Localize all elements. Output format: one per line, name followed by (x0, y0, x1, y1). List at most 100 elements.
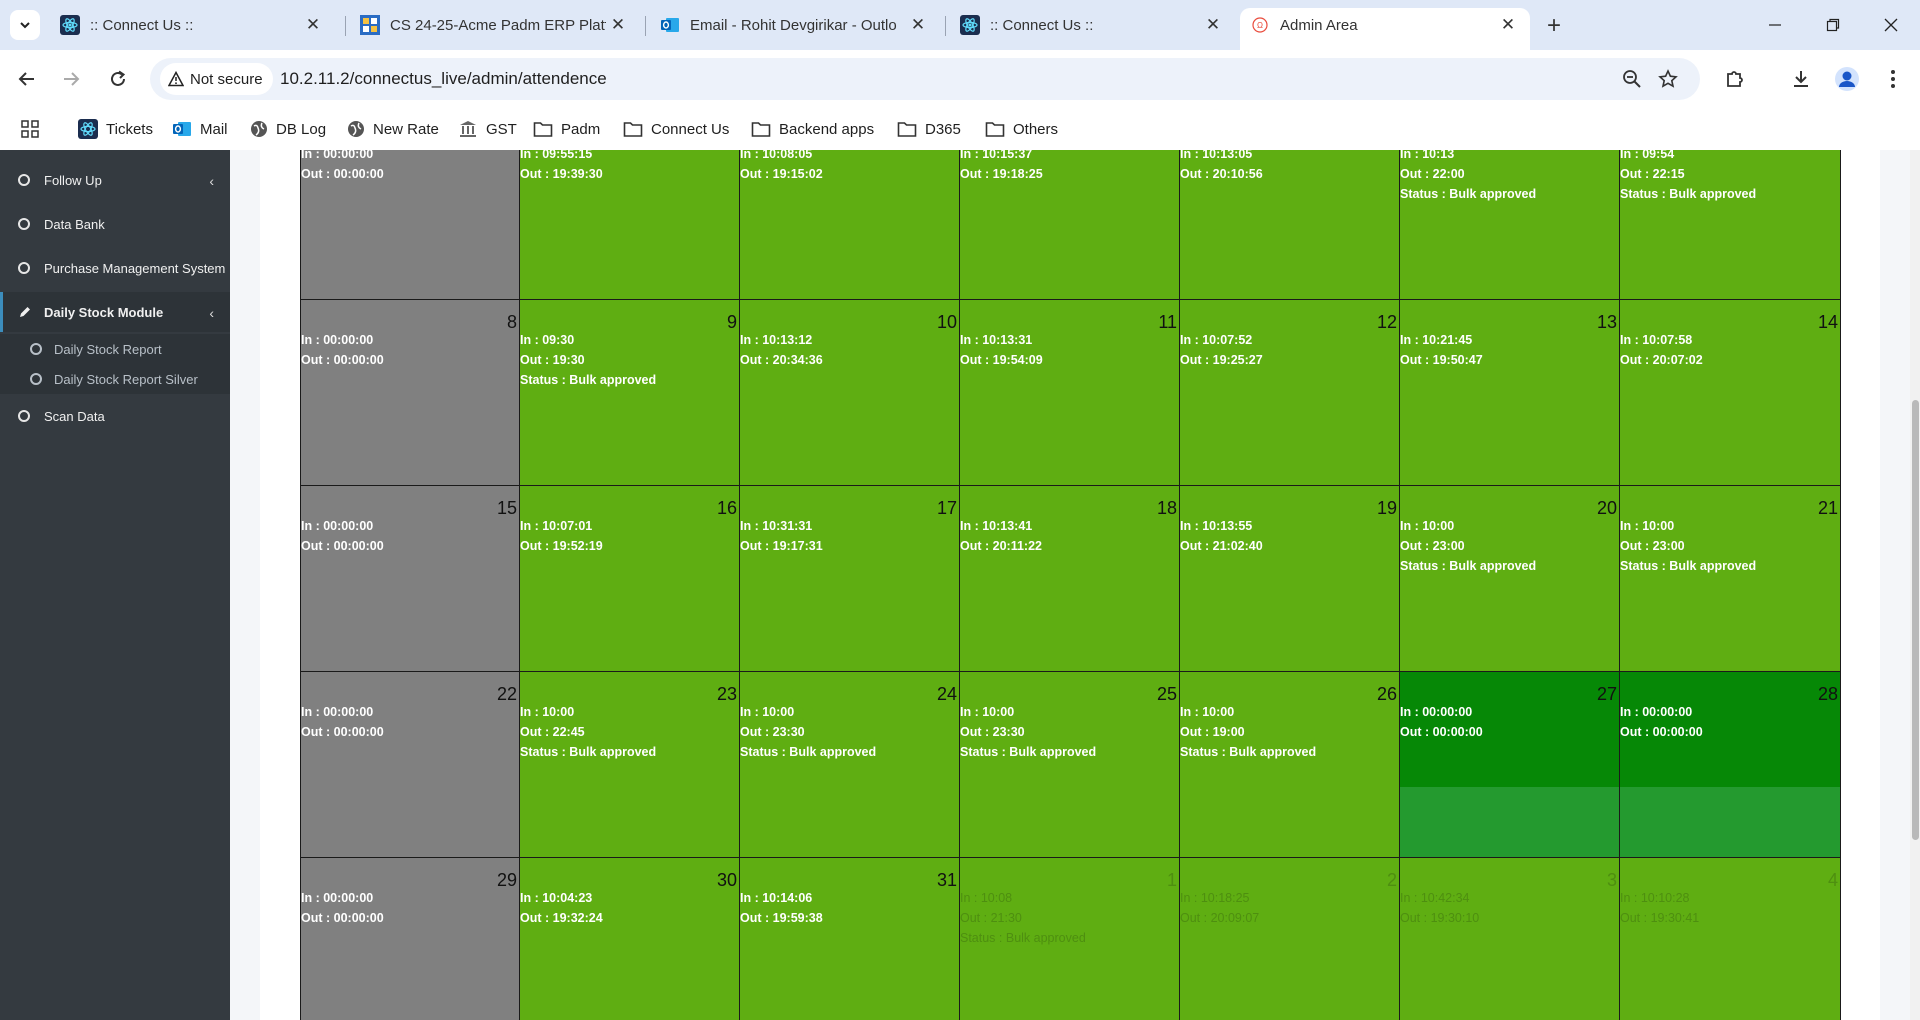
calendar-day-cell[interactable]: 2 In : 10:18:25 Out : 20:09:07 (1180, 858, 1400, 1020)
puzzle-icon (1727, 71, 1743, 87)
bookmark-db-log[interactable]: DB Log (250, 116, 326, 142)
calendar-day-cell[interactable]: 22 In : 00:00:00 Out : 00:00:00 (300, 672, 520, 858)
calendar-day-cell[interactable]: 20 In : 10:00 Out : 23:00 Status : Bulk app… (1400, 486, 1620, 672)
in-time: In : 10:00 (960, 705, 1015, 719)
calendar-day-cell[interactable]: 3 In : 10:42:34 Out : 19:30:10 (1400, 858, 1620, 1020)
extensions-button[interactable] (1720, 64, 1750, 94)
bookmark-gst[interactable]: GST (458, 116, 517, 142)
calendar-day-cell[interactable]: 1In : 00:00:00Out : 00:00:00 (300, 150, 520, 300)
calendar-day-cell[interactable]: 14 In : 10:07:58 Out : 20:07:02 (1620, 300, 1841, 486)
calendar-day-cell[interactable]: 4In : 10:15:37Out : 19:18:25 (960, 150, 1180, 300)
reload-button[interactable] (103, 64, 133, 94)
bookmark-new-rate[interactable]: New Rate (347, 116, 439, 142)
calendar-day-cell[interactable]: 23 In : 10:00 Out : 22:45 Status : Bulk app… (520, 672, 740, 858)
close-tab-icon[interactable]: ✕ (1201, 13, 1225, 37)
calendar-day-cell[interactable]: 13 In : 10:21:45 Out : 19:50:47 (1400, 300, 1620, 486)
approval-status: Status : Bulk approved (1620, 559, 1757, 573)
day-number: 1 (1166, 870, 1177, 890)
close-tab-icon[interactable]: ✕ (301, 13, 325, 37)
out-time: Out : 23:00 (1620, 539, 1685, 553)
calendar-day-cell[interactable]: 19 In : 10:13:55 Out : 21:02:40 (1180, 486, 1400, 672)
pencil-icon (20, 307, 30, 317)
out-time: Out : 20:09:07 (1180, 911, 1260, 925)
bookmark-star-button[interactable] (1656, 67, 1680, 91)
url-text[interactable]: 10.2.11.2/connectus_live/admin/attendenc… (280, 69, 607, 89)
bookmark-folder-others[interactable]: Others (985, 116, 1058, 142)
sidebar-item-scan-data[interactable]: Scan Data (0, 396, 230, 436)
bookmark-folder-d365[interactable]: D365 (897, 116, 961, 142)
calendar-day-cell[interactable]: 3In : 10:08:05Out : 19:15:02 (740, 150, 960, 300)
calendar-day-cell[interactable]: 28 In : 00:00:00 Out : 00:00:00 (1620, 672, 1841, 858)
in-time: In : 10:04:23 (520, 891, 593, 905)
browser-tab-3[interactable]: :: Connect Us :: ✕ (950, 8, 1235, 42)
calendar-day-cell[interactable]: 30 In : 10:04:23 Out : 19:32:24 (520, 858, 740, 1020)
close-window-button[interactable] (1876, 12, 1906, 38)
zoom-button[interactable] (1620, 67, 1644, 91)
close-tab-icon[interactable]: ✕ (906, 13, 930, 37)
out-time: Out : 20:11:22 (960, 539, 1042, 553)
gst-icon (460, 121, 476, 137)
in-time: In : 10:00 (520, 705, 575, 719)
calendar-day-cell[interactable]: 12 In : 10:07:52 Out : 19:25:27 (1180, 300, 1400, 486)
browser-tab-4[interactable]: Ω Admin Area ✕ (1240, 8, 1530, 50)
calendar-day-cell[interactable]: 8 In : 00:00:00 Out : 00:00:00 (300, 300, 520, 486)
tab-search-button[interactable] (10, 10, 40, 40)
site-security-chip[interactable]: Not secure (160, 63, 273, 95)
calendar-day-cell[interactable]: 29 In : 00:00:00 Out : 00:00:00 (300, 858, 520, 1020)
minimize-button[interactable] (1760, 12, 1790, 38)
sidebar-item-data-bank[interactable]: Data Bank (0, 204, 230, 244)
calendar-day-cell[interactable]: 18 In : 10:13:41 Out : 20:11:22 (960, 486, 1180, 672)
calendar-day-cell[interactable]: 17 In : 10:31:31 Out : 19:17:31 (740, 486, 960, 672)
calendar-day-cell[interactable]: 25 In : 10:00 Out : 23:30 Status : Bulk app… (960, 672, 1180, 858)
bookmark-folder-backend-apps[interactable]: Backend apps (751, 116, 874, 142)
calendar-day-cell[interactable]: 31 In : 10:14:06 Out : 19:59:38 (740, 858, 960, 1020)
sidebar-item-follow-up[interactable]: Follow Up ‹ (0, 160, 230, 200)
sidebar-item-purchase-management[interactable]: Purchase Management System (0, 248, 230, 288)
browser-tab-1[interactable]: CS 24-25-Acme Padm ERP Platf ✕ (350, 8, 640, 42)
scrollbar-thumb[interactable] (1912, 400, 1919, 840)
calendar-day-cell[interactable]: 15 In : 00:00:00 Out : 00:00:00 (300, 486, 520, 672)
back-button[interactable] (12, 64, 42, 94)
browser-tab-0[interactable]: :: Connect Us :: ✕ (50, 8, 335, 42)
calendar-day-cell[interactable]: 10 In : 10:13:12 Out : 20:34:36 (740, 300, 960, 486)
apps-button[interactable] (20, 116, 48, 142)
calendar-day-cell[interactable]: 24 In : 10:00 Out : 23:30 Status : Bulk app… (740, 672, 960, 858)
forward-button[interactable] (56, 64, 86, 94)
calendar-day-cell[interactable]: 1 In : 10:08 Out : 21:30 Status : Bulk appr… (960, 858, 1180, 1020)
calendar-day-cell[interactable]: 5In : 10:13:05Out : 20:10:56 (1180, 150, 1400, 300)
star-icon (1658, 69, 1678, 88)
calendar-day-cell[interactable]: 26 In : 10:00 Out : 19:00 Status : Bulk app… (1180, 672, 1400, 858)
bookmark-tickets[interactable]: Tickets (78, 116, 153, 142)
calendar-day-cell[interactable]: 16 In : 10:07:01 Out : 19:52:19 (520, 486, 740, 672)
sidebar-item-daily-stock-module[interactable]: Daily Stock Module ‹ (0, 292, 230, 332)
address-bar[interactable]: Not secure 10.2.11.2/connectus_live/admi… (150, 58, 1700, 100)
browser-tab-2[interactable]: Email - Rohit Devgirikar - Outlo ✕ (650, 8, 940, 42)
apps-grid-icon (21, 120, 39, 138)
bookmark-folder-padm[interactable]: Padm (533, 116, 600, 142)
close-tab-icon[interactable]: ✕ (1496, 13, 1520, 37)
in-time: In : 10:21:45 (1400, 333, 1473, 347)
bookmark-mail[interactable]: Mail (172, 116, 228, 142)
calendar-day-cell[interactable]: 9 In : 09:30 Out : 19:30 Status : Bulk appr… (520, 300, 740, 486)
bookmark-folder-connect-us[interactable]: Connect Us (623, 116, 729, 142)
downloads-button[interactable] (1786, 64, 1816, 94)
profile-button[interactable] (1832, 64, 1862, 94)
calendar-day-cell[interactable]: 2In : 09:55:15Out : 19:39:30 (520, 150, 740, 300)
out-time: Out : 22:15 (1620, 167, 1685, 181)
restore-button[interactable] (1818, 12, 1848, 38)
sidebar-subitem-daily-stock-report[interactable]: Daily Stock Report (0, 334, 230, 364)
calendar-day-cell[interactable]: 21 In : 10:00 Out : 23:00 Status : Bulk app… (1620, 486, 1841, 672)
browser-menu-button[interactable] (1878, 64, 1908, 94)
new-tab-button[interactable]: + (1540, 12, 1568, 40)
calendar-day-cell[interactable]: 4 In : 10:10:28 Out : 19:30:41 (1620, 858, 1841, 1020)
close-tab-icon[interactable]: ✕ (606, 13, 630, 37)
calendar-day-cell[interactable]: 7In : 09:54Out : 22:15Status : Bulk appr… (1620, 150, 1841, 300)
in-time: In : 10:13 (1400, 150, 1455, 161)
calendar-day-cell[interactable]: 27 In : 00:00:00 Out : 00:00:00 (1400, 672, 1620, 858)
calendar-day-cell[interactable]: 11 In : 10:13:31 Out : 19:54:09 (960, 300, 1180, 486)
calendar-day-cell[interactable]: 6In : 10:13Out : 22:00Status : Bulk appr… (1400, 150, 1620, 300)
sidebar-subitem-daily-stock-report-silver[interactable]: Daily Stock Report Silver (0, 364, 230, 394)
bookmark-label: GST (486, 120, 517, 138)
day-number: 12 (1376, 312, 1397, 332)
out-time: Out : 19:54:09 (960, 353, 1043, 367)
